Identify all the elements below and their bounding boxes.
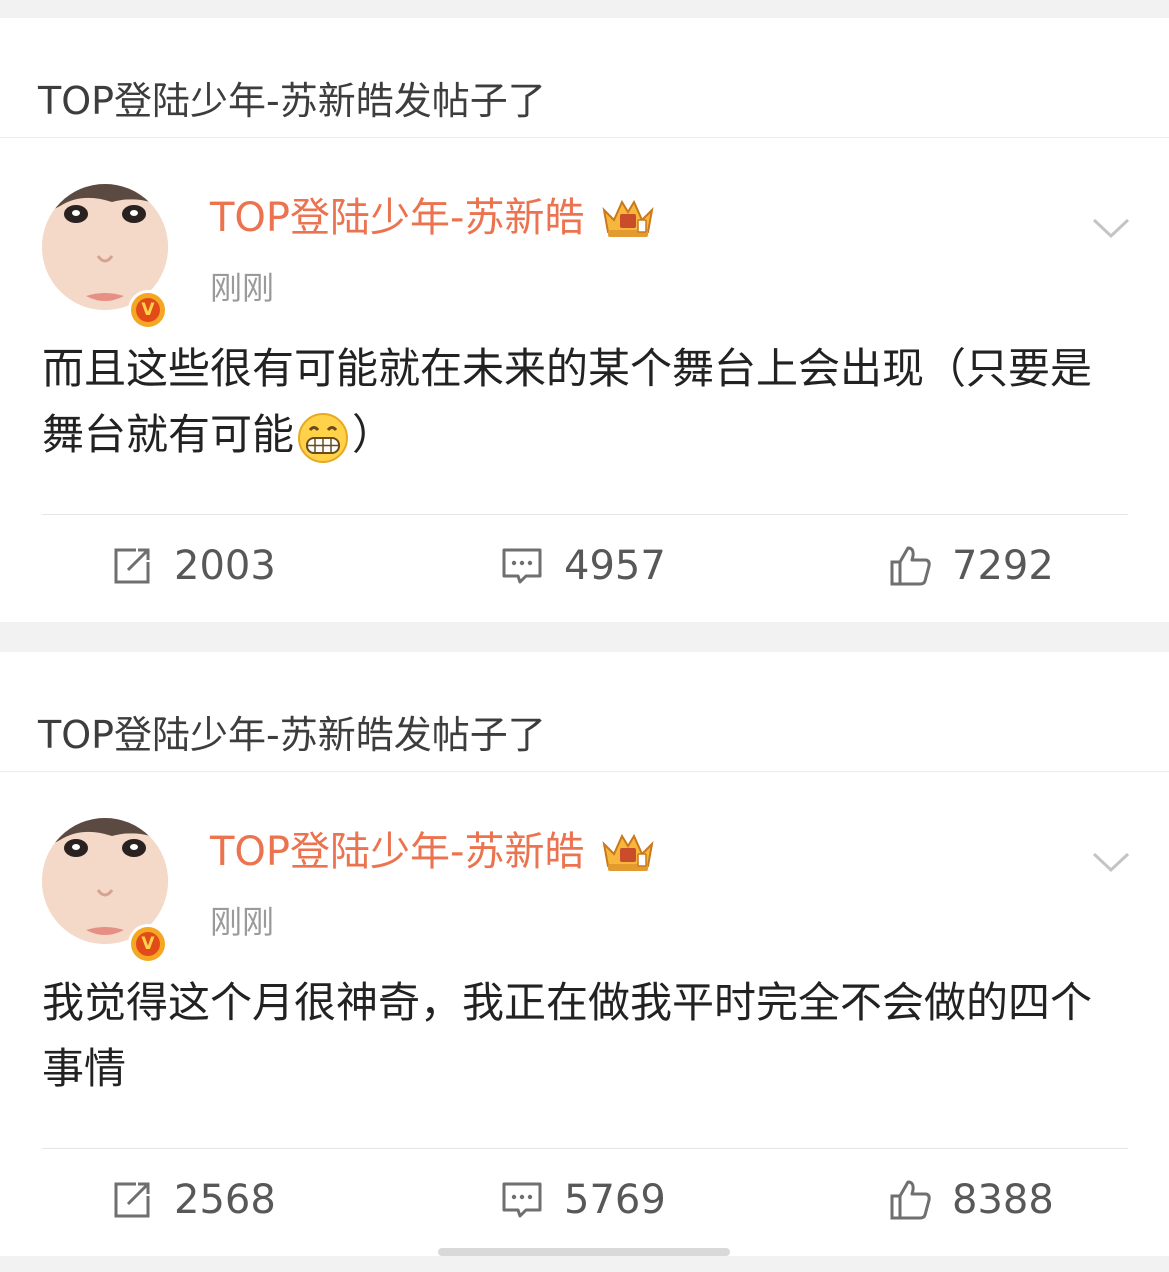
post-text-body: 我觉得这个月很神奇，我正在做我平时完全不会做的四个事情: [42, 978, 1093, 1093]
post-text: 我觉得这个月很神奇，我正在做我平时完全不会做的四个事情: [42, 970, 1132, 1102]
author-name[interactable]: TOP登陆少年-苏新皓: [210, 824, 584, 880]
post-timestamp: 刚刚: [210, 903, 275, 941]
like-icon: [890, 546, 931, 586]
actions-divider: [42, 514, 1128, 515]
post-card-header: TOP登陆少年-苏新皓发帖子了: [0, 18, 1169, 138]
actions-divider: [42, 1148, 1128, 1149]
post-card-header-text: TOP登陆少年-苏新皓发帖子了: [38, 79, 546, 123]
comment-count: 4957: [564, 543, 666, 589]
repost-icon: [114, 1182, 150, 1218]
comment-icon: [502, 1182, 542, 1218]
post-card: TOP登陆少年-苏新皓发帖子了 V TOP登陆少年-苏新皓 刚刚 我觉得这个月很…: [0, 652, 1169, 1256]
repost-count: 2003: [174, 543, 276, 589]
verified-badge-icon: V: [128, 290, 168, 330]
repost-button[interactable]: 2568: [110, 1170, 276, 1230]
repost-count: 2568: [174, 1177, 276, 1223]
chevron-down-icon[interactable]: [1092, 216, 1130, 240]
verified-badge-icon: V: [128, 924, 168, 964]
author-name[interactable]: TOP登陆少年-苏新皓: [210, 190, 584, 246]
post-card: TOP登陆少年-苏新皓发帖子了 V TOP登陆少年-苏新皓 刚刚 而且这些很有可…: [0, 18, 1169, 622]
author-row: TOP登陆少年-苏新皓: [210, 824, 656, 880]
comment-icon: [502, 548, 542, 584]
post-text-body: 而且这些很有可能就在未来的某个舞台上会出现（只要是舞台就有可能: [42, 344, 1093, 459]
post-text: 而且这些很有可能就在未来的某个舞台上会出现（只要是舞台就有可能 ）: [42, 336, 1132, 468]
like-button[interactable]: 8388: [888, 1170, 1054, 1230]
crown-icon[interactable]: [600, 830, 656, 874]
post-text-tail: ）: [352, 410, 395, 459]
comment-button[interactable]: 5769: [500, 1170, 666, 1230]
comment-button[interactable]: 4957: [500, 536, 666, 596]
post-timestamp: 刚刚: [210, 269, 275, 307]
like-count: 7292: [952, 543, 1054, 589]
grin-emoji: [298, 412, 349, 463]
crown-icon[interactable]: [600, 196, 656, 240]
like-count: 8388: [952, 1177, 1054, 1223]
repost-button[interactable]: 2003: [110, 536, 276, 596]
author-row: TOP登陆少年-苏新皓: [210, 190, 656, 246]
post-card-header: TOP登陆少年-苏新皓发帖子了: [0, 652, 1169, 772]
repost-icon: [114, 548, 150, 584]
post-card-header-text: TOP登陆少年-苏新皓发帖子了: [38, 713, 546, 757]
like-icon: [890, 1180, 931, 1220]
chevron-down-icon[interactable]: [1092, 850, 1130, 874]
comment-count: 5769: [564, 1177, 666, 1223]
like-button[interactable]: 7292: [888, 536, 1054, 596]
scrollbar[interactable]: [438, 1248, 730, 1256]
